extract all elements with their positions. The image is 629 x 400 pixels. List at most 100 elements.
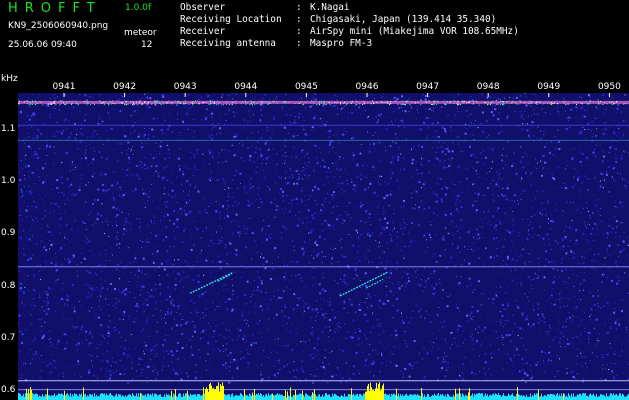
noise-speck [493,320,495,322]
noise-speck [396,243,398,245]
noise-speck [73,352,75,354]
noise-speck [256,343,257,345]
noise-speck [181,176,183,178]
x-tick-label: 0944 [234,82,258,92]
noise-speck [620,173,622,175]
noise-speck [598,104,600,106]
noise-speck [19,179,22,181]
noise-speck [442,326,444,328]
noise-speck [234,175,236,177]
noise-speck [587,223,588,225]
noise-speck [100,309,102,310]
noise-speck [100,367,103,370]
noise-speck [36,237,38,239]
noise-speck [567,298,570,301]
noise-speck [84,154,86,156]
x-tick-label: 0945 [294,82,318,92]
noise-speck [55,310,57,312]
noise-speck [172,299,174,301]
noise-speck [445,243,447,245]
noise-speck [218,260,220,262]
noise-speck [309,195,311,197]
noise-speck [541,162,542,163]
noise-speck [173,222,175,225]
noise-speck [265,157,268,160]
noise-speck [87,183,89,185]
noise-speck [92,162,94,164]
noise-speck [606,332,608,334]
noise-speck [562,342,564,344]
noise-speck [435,313,437,314]
noise-speck [225,113,227,115]
noise-speck [25,165,28,168]
noise-speck [417,241,419,243]
noise-speck [67,238,68,240]
noise-speck [545,331,547,333]
noise-speck [411,197,413,199]
noise-speck [527,218,529,220]
noise-speck [390,362,392,364]
noise-speck [99,94,101,96]
noise-speck [245,267,247,269]
noise-speck [601,149,603,151]
noise-speck [383,210,385,212]
noise-speck [484,326,486,329]
noise-speck [184,205,185,207]
noise-speck [206,229,208,231]
noise-speck [561,215,563,216]
noise-speck [248,185,250,187]
noise-speck [625,184,627,186]
noise-speck [349,299,351,300]
noise-speck [148,293,150,295]
noise-speck [128,247,130,249]
noise-speck [552,281,555,284]
noise-speck [577,176,580,179]
noise-speck [109,377,112,380]
noise-speck [555,299,557,301]
noise-speck [177,341,180,344]
noise-speck [231,361,233,363]
noise-speck [447,145,449,147]
noise-speck [534,205,536,207]
noise-speck [44,113,46,115]
noise-speck [387,344,389,346]
noise-speck [614,153,616,155]
noise-speck [204,291,206,293]
noise-speck [402,376,404,378]
noise-speck [492,279,494,281]
noise-speck [28,132,30,134]
noise-speck [134,297,136,299]
noise-speck [588,342,589,344]
noise-speck [108,358,110,360]
noise-speck [58,131,60,133]
noise-speck [321,289,323,291]
noise-speck [148,275,150,277]
noise-speck [432,110,434,112]
noise-speck [571,227,573,229]
noise-speck [49,372,51,374]
noise-speck [240,351,242,353]
noise-speck [30,215,32,217]
noise-speck [489,258,491,260]
noise-speck [534,214,536,216]
noise-speck [181,319,183,320]
noise-speck [528,324,530,326]
noise-speck [313,357,315,359]
noise-speck [412,320,413,322]
noise-speck [526,362,528,364]
noise-speck [419,244,421,246]
noise-speck [138,364,140,365]
app-version: 1.0.0f [125,3,152,13]
noise-speck [23,362,25,364]
noise-speck [19,172,21,173]
noise-speck [390,272,393,275]
noise-speck [554,261,555,262]
noise-speck [53,163,55,165]
noise-speck [172,370,174,372]
noise-speck [515,172,518,175]
noise-speck [572,109,574,111]
noise-speck [107,369,110,372]
noise-speck [91,133,93,135]
noise-speck [447,367,449,369]
noise-speck [364,128,366,130]
